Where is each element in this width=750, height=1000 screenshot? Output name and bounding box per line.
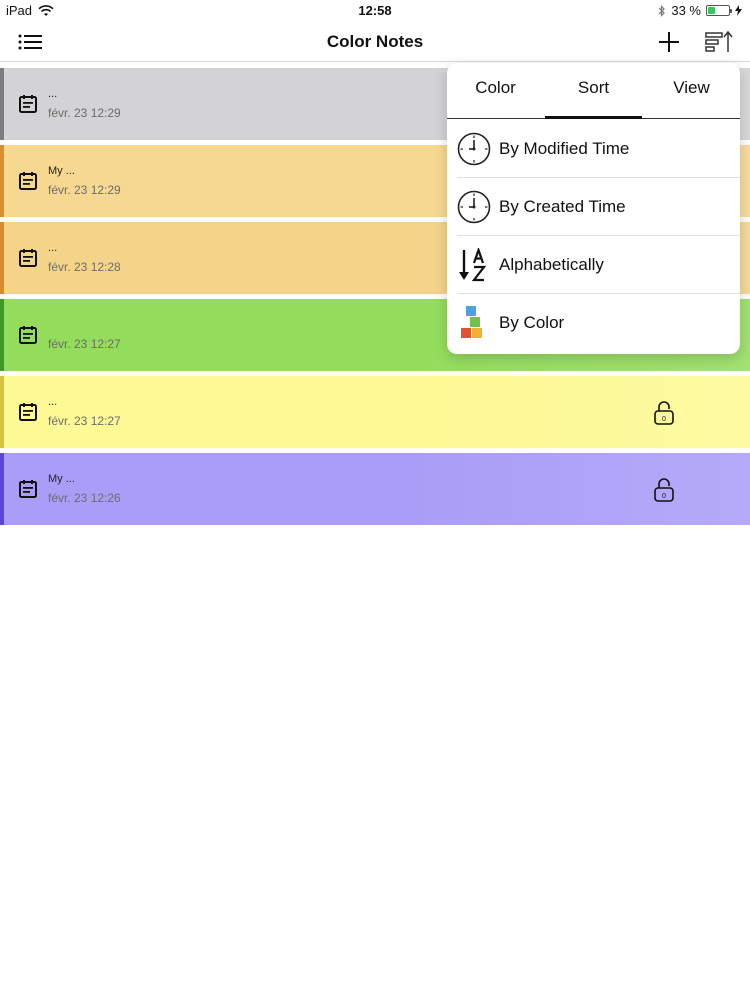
lock-icon[interactable]: 0	[652, 400, 676, 426]
note-icon	[19, 249, 37, 267]
add-note-button[interactable]	[655, 28, 685, 56]
status-right: 33 %	[658, 3, 742, 18]
note-title: ...	[48, 396, 58, 408]
tab-color[interactable]: Color	[447, 63, 544, 119]
bluetooth-icon	[658, 4, 666, 17]
note-title: My ...	[48, 473, 75, 485]
note-date: févr. 23 12:27	[48, 337, 121, 351]
plus-icon	[659, 32, 679, 52]
lock-label: 0	[662, 493, 666, 500]
note-color-bar	[0, 376, 4, 448]
lock-label: 0	[662, 416, 666, 423]
note-color-bar	[0, 145, 4, 217]
note-icon	[19, 95, 37, 113]
sort-option-label: By Modified Time	[499, 139, 630, 158]
sort-by-modified-time[interactable]: By Modified Time	[447, 120, 740, 178]
sort-option-label: By Color	[499, 313, 565, 332]
note-color-bar	[0, 222, 4, 294]
tab-sort[interactable]: Sort	[545, 63, 642, 119]
sort-option-label: Alphabetically	[499, 255, 604, 274]
note-icon	[19, 403, 37, 421]
note-date: févr. 23 12:26	[48, 491, 121, 505]
note-title: My ...	[48, 165, 75, 177]
sort-option-label: By Created Time	[499, 197, 626, 216]
note-icon	[19, 480, 37, 498]
note-date: févr. 23 12:29	[48, 183, 121, 197]
navigation-bar: Color Notes	[0, 22, 750, 62]
battery-icon	[706, 5, 732, 16]
note-date: févr. 23 12:28	[48, 260, 121, 274]
sort-alphabetically[interactable]: Alphabetically	[447, 236, 740, 294]
clock-icon	[457, 132, 491, 166]
sort-button[interactable]	[704, 28, 734, 56]
note-date: févr. 23 12:29	[48, 106, 121, 120]
note-date: févr. 23 12:27	[48, 414, 121, 428]
note-icon	[19, 326, 37, 344]
sort-icon	[705, 30, 733, 52]
note-color-bar	[0, 68, 4, 140]
sort-by-color[interactable]: By Color	[447, 294, 740, 352]
note-item[interactable]: My ... févr. 23 12:26 0	[0, 453, 750, 525]
charging-icon	[735, 5, 742, 16]
alphabetical-sort-icon	[459, 248, 487, 282]
tab-view[interactable]: View	[643, 63, 740, 119]
status-time: 12:58	[358, 3, 392, 18]
note-color-bar	[0, 299, 4, 371]
note-title: ...	[48, 88, 58, 100]
page-title: Color Notes	[326, 32, 424, 51]
note-item[interactable]: ... févr. 23 12:27 0	[0, 376, 750, 448]
status-bar: iPad 12:58 33 %	[0, 0, 750, 22]
lock-icon[interactable]: 0	[652, 477, 676, 503]
note-color-bar	[0, 453, 4, 525]
note-icon	[19, 172, 37, 190]
battery-percent: 33 %	[671, 3, 701, 18]
popover-tabs: Color Sort View	[447, 63, 740, 119]
sort-popover: Color Sort View By Modified Time By Crea…	[447, 63, 740, 354]
sort-by-created-time[interactable]: By Created Time	[447, 178, 740, 236]
note-title: ...	[48, 242, 58, 254]
battery-fill	[708, 7, 715, 14]
color-blocks-icon	[461, 306, 482, 338]
clock-icon	[457, 190, 491, 224]
